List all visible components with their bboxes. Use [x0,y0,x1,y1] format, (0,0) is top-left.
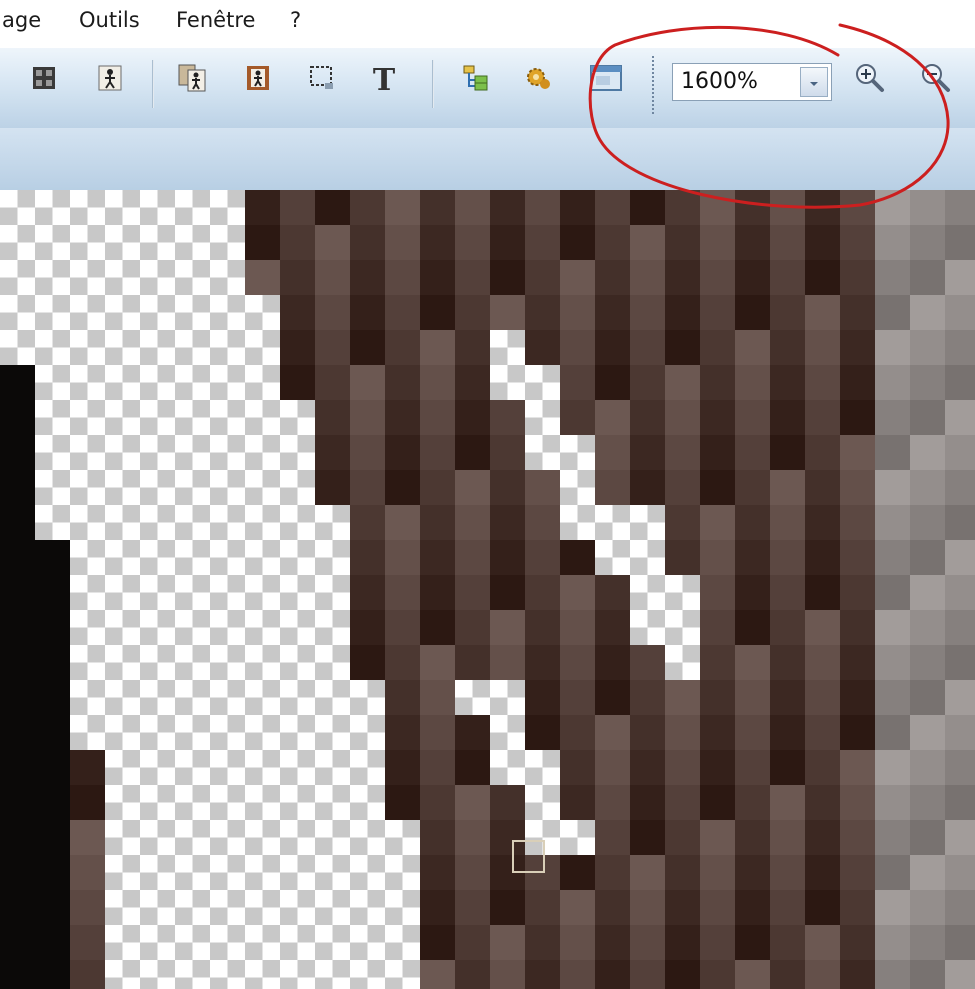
framed-person-button[interactable] [240,62,276,98]
menu-outils[interactable]: Outils [79,8,140,32]
zoom-out-icon [919,61,953,99]
selection-button[interactable] [304,62,340,98]
window-button[interactable] [588,62,624,98]
person-icon [96,64,124,96]
options-bar [0,128,975,191]
zoom-dropdown-button[interactable] [800,67,828,97]
gear-button[interactable] [520,62,556,98]
copy-person-icon [177,63,207,97]
zoom-value: 1600% [681,69,758,94]
toolbar-separator [152,60,154,108]
copy-person-button[interactable] [174,62,210,98]
text-tool-button[interactable]: T [366,62,402,98]
menu-help[interactable]: ? [290,8,301,32]
menu-fenetre[interactable]: Fenêtre [176,8,255,32]
selection-icon [307,63,337,97]
grid-icon [31,65,57,95]
zoom-out-button[interactable] [918,62,954,98]
tree-icon [461,63,491,97]
window-icon [589,63,623,97]
text-icon: T [372,62,396,98]
pixel-cursor [512,840,545,873]
chevron-down-icon [809,73,819,92]
gear-icon [523,63,553,97]
grid-button[interactable] [26,62,62,98]
toolbar-separator-dotted [652,56,654,114]
zoom-in-button[interactable] [852,62,888,98]
toolbar-separator [432,60,434,108]
menu-image[interactable]: age [2,8,41,32]
zoom-in-icon [853,61,887,99]
zoom-select[interactable]: 1600% [672,63,832,101]
menu-bar: age Outils Fenêtre ? [0,0,975,48]
framed-person-icon [244,64,272,96]
pixel-grid [0,190,975,989]
person-button[interactable] [92,62,128,98]
tree-button[interactable] [458,62,494,98]
image-canvas[interactable] [0,190,975,989]
